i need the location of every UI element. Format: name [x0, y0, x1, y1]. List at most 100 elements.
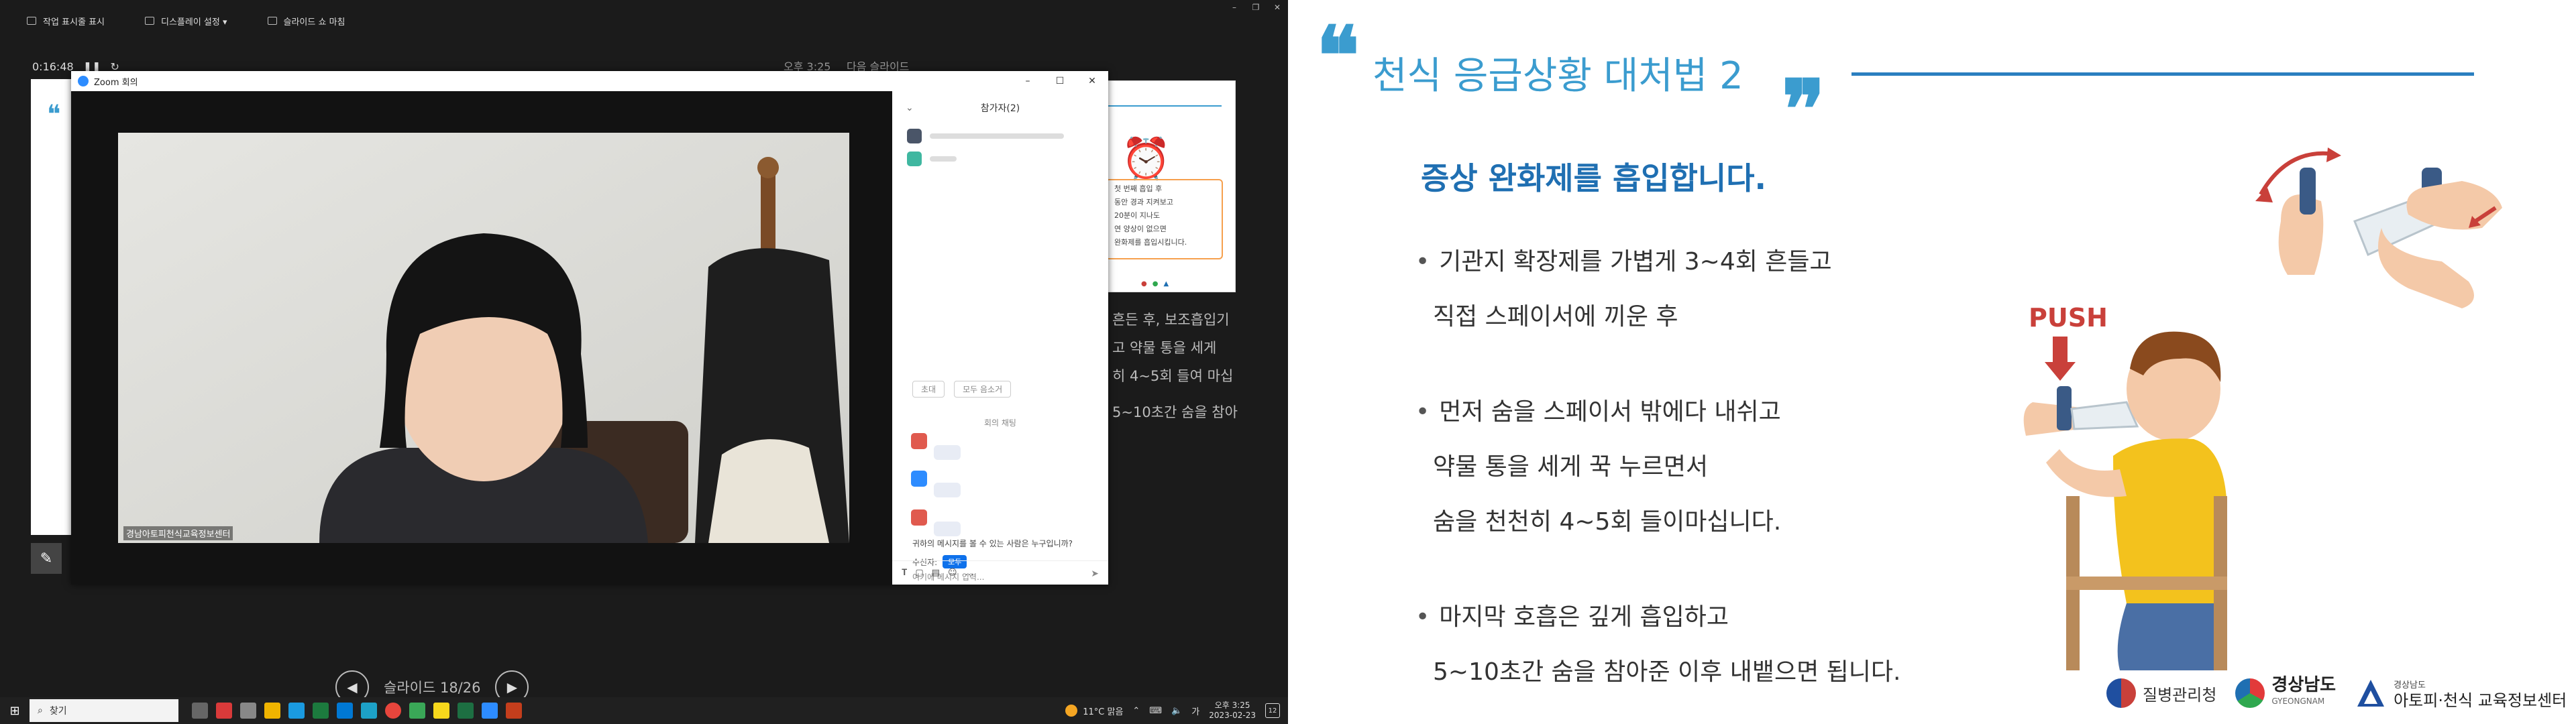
- inhaler-shake-illustration: [2255, 147, 2502, 308]
- pen-tool-button[interactable]: ✎: [31, 543, 62, 574]
- chevron-up-icon[interactable]: ⌃: [1132, 706, 1140, 716]
- display-icon: [145, 17, 154, 25]
- alarm-clock-icon: ⏰: [1121, 135, 1171, 182]
- taskbar-search[interactable]: ⌕ 찾기: [30, 699, 178, 722]
- chat-header: 회의 채팅: [984, 418, 1016, 428]
- taskbar-icon: [27, 17, 36, 25]
- zoom-side-panel: ⌄ 참가자(2) 초대 모두 음소거 회의 채팅 귀하의 메시지를 볼 수 있는…: [892, 91, 1108, 585]
- minimize-icon[interactable]: –: [1224, 0, 1245, 15]
- end-show-icon: [267, 17, 277, 25]
- invite-button[interactable]: 초대: [912, 381, 945, 398]
- end-slideshow-button[interactable]: 슬라이드 쇼 마침: [267, 15, 345, 27]
- zoom-taskbar-icon[interactable]: [482, 703, 498, 719]
- bullet-item: 먼저 숨을 스페이서 밖에다 내쉬고 약물 통을 세게 꾹 누르면서 숨을 천천…: [1415, 385, 1900, 550]
- sun-icon: [1065, 705, 1078, 717]
- title-rule: [1851, 72, 2474, 76]
- logo-dot-icon: ▲: [1163, 280, 1169, 288]
- participant-video[interactable]: 경남아토피천식교육정보센터: [118, 133, 849, 543]
- participant-row[interactable]: [892, 125, 1108, 147]
- kakaotalk-icon[interactable]: [433, 703, 449, 719]
- participants-header: ⌄ 참가자(2): [906, 103, 1020, 114]
- weather-widget[interactable]: 11°C 맑음: [1065, 705, 1123, 717]
- restore-icon[interactable]: ❐: [1245, 0, 1267, 15]
- taskbar-clock[interactable]: 오후 3:25 2023-02-23: [1209, 701, 1256, 721]
- system-tray: 11°C 맑음 ⌃ ⌨ 🔈 가 오후 3:25 2023-02-23 12: [1065, 697, 1288, 724]
- close-quote-icon: ❞: [1782, 62, 1825, 157]
- zoom-meeting-window: Zoom 회의 – ☐ ✕ 경남아토피천식교육정보센터 ⌄ 참가자(2) 초대 …: [71, 71, 1108, 585]
- bullet-item: 마지막 호흡은 깊게 흡입하고 5~10초간 숨을 참아준 이후 내뱉으면 됩니…: [1415, 590, 1900, 700]
- app-icon[interactable]: [240, 703, 256, 719]
- send-icon[interactable]: ➤: [1091, 568, 1099, 579]
- timer-value: 0:16:48: [32, 60, 74, 73]
- app-icon[interactable]: [288, 703, 305, 719]
- presenter-window-controls: – ❐ ✕: [1224, 0, 1288, 15]
- file-icon[interactable]: ▤: [932, 568, 940, 578]
- atopy-center-emblem-icon: [2357, 680, 2385, 707]
- edge-icon[interactable]: [361, 703, 377, 719]
- avatar: [911, 433, 927, 449]
- bullet-list: 기관지 확장제를 가볍게 3~4회 흔들고 직접 스페이서에 끼운 후 먼저 숨…: [1415, 235, 1900, 724]
- chat-toolbar: 𝐓 ▢ ▤ ☺ …: [892, 560, 1108, 585]
- notification-icon[interactable]: 12: [1265, 703, 1280, 718]
- app-icon[interactable]: [264, 703, 280, 719]
- chat-bubble: [934, 522, 961, 536]
- maximize-icon[interactable]: ☐: [1044, 71, 1076, 91]
- participant-name-label: 경남아토피천식교육정보센터: [123, 526, 233, 540]
- participant-name-redacted: [930, 156, 957, 162]
- open-quote-icon: ❝: [1316, 9, 1360, 103]
- participant-actions: 초대 모두 음소거: [912, 381, 1012, 398]
- close-icon[interactable]: ✕: [1076, 71, 1108, 91]
- chrome-icon[interactable]: [385, 703, 401, 719]
- screenshot-icon[interactable]: ▢: [915, 568, 923, 578]
- pen-icon: ✎: [40, 550, 53, 567]
- avatar: [911, 471, 927, 487]
- search-icon: ⌕: [38, 705, 43, 716]
- thumbnail-logos: ● ● ▲: [1141, 280, 1169, 288]
- display-settings-button[interactable]: 디스플레이 설정 ▾: [145, 15, 227, 27]
- chevron-down-icon[interactable]: ⌄: [906, 103, 914, 113]
- bullet-item: 기관지 확장제를 가볍게 3~4회 흔들고 직접 스페이서에 끼운 후: [1415, 235, 1900, 345]
- emoji-icon[interactable]: ☺: [948, 568, 957, 578]
- logo-dot-icon: ●: [1141, 280, 1147, 288]
- minimize-icon[interactable]: –: [1012, 71, 1044, 91]
- volume-icon[interactable]: 🔈: [1171, 706, 1182, 716]
- mute-all-button[interactable]: 모두 음소거: [954, 381, 1012, 398]
- chat-visibility-hint[interactable]: 귀하의 메시지를 볼 수 있는 사람은 누구입니까?: [912, 538, 1073, 549]
- app-icon[interactable]: [409, 703, 425, 719]
- kid-inhaler-illustration: [2023, 331, 2227, 670]
- slide-title: 천식 응급상황 대처법 2: [1373, 54, 1743, 98]
- network-icon[interactable]: ⌨: [1149, 706, 1162, 716]
- powerpoint-icon[interactable]: [506, 703, 522, 719]
- current-slide-preview: ❝: [31, 79, 74, 535]
- excel-icon[interactable]: [458, 703, 474, 719]
- windows-start-icon[interactable]: ⊞: [0, 697, 30, 724]
- task-view-icon[interactable]: [192, 703, 208, 719]
- logo-dot-icon: ●: [1152, 280, 1159, 288]
- close-icon[interactable]: ✕: [1267, 0, 1288, 15]
- app-icon[interactable]: [216, 703, 232, 719]
- next-slide-thumbnail[interactable]: ⏰ 첫 번째 흡입 후 동안 경과 지켜보고 20분이 지나도 연 양상이 없으…: [1100, 80, 1236, 292]
- zoom-window-controls: – ☐ ✕: [1012, 71, 1108, 91]
- taskbar-apps: [192, 703, 522, 719]
- show-taskbar-button[interactable]: 작업 표시줄 표시: [27, 15, 105, 27]
- footer-logos: 질병관리청 경상남도 GYEONGNAM 경상남도 아토피·천식 교육정보센터: [2106, 676, 2567, 709]
- slide-subtitle: 증상 완화제를 흡입합니다.: [1421, 160, 1767, 196]
- presenter-view: 작업 표시줄 표시 디스플레이 설정 ▾ 슬라이드 쇼 마침 – ❐ ✕ 0:1…: [0, 0, 1288, 724]
- chat-message: [911, 509, 961, 536]
- speaker-notes[interactable]: 흔든 후, 보조흡입기 고 약물 통을 세게 히 4~5회 들여 마십 5~10…: [1112, 302, 1287, 430]
- chat-bubble: [934, 445, 961, 460]
- more-icon[interactable]: …: [965, 568, 974, 578]
- slide-fullscreen: ❝ 천식 응급상황 대처법 2 ❞ 증상 완화제를 흡입합니다. 기관지 확장제…: [1288, 0, 2576, 724]
- quote-mark-icon: ❝: [47, 99, 61, 129]
- thumbnail-rule: [1101, 105, 1222, 107]
- format-icon[interactable]: 𝐓: [902, 568, 907, 578]
- chat-message: [911, 471, 961, 497]
- kdca-emblem-icon: [2106, 678, 2136, 708]
- language-indicator[interactable]: 가: [1191, 705, 1199, 717]
- zoom-logo-icon: [78, 76, 89, 86]
- app-icon[interactable]: [313, 703, 329, 719]
- participant-name-redacted: [930, 133, 1064, 139]
- file-explorer-icon[interactable]: [337, 703, 353, 719]
- participant-row[interactable]: [892, 147, 1108, 170]
- windows-taskbar: ⊞ ⌕ 찾기 11°C 맑음 ⌃ ⌨ 🔈 가 오후 3:25 2023-02-2…: [0, 697, 1288, 724]
